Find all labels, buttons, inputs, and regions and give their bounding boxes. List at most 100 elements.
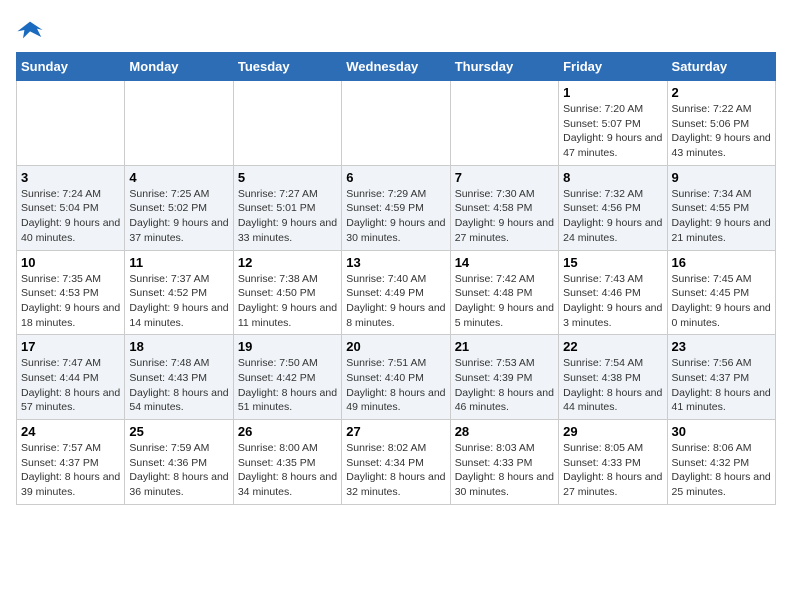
day-info: Sunrise: 7:42 AM Sunset: 4:48 PM Dayligh… [455, 272, 554, 331]
day-info: Sunrise: 7:50 AM Sunset: 4:42 PM Dayligh… [238, 356, 337, 415]
day-number: 6 [346, 170, 445, 185]
day-info: Sunrise: 7:40 AM Sunset: 4:49 PM Dayligh… [346, 272, 445, 331]
day-info: Sunrise: 7:24 AM Sunset: 5:04 PM Dayligh… [21, 187, 120, 246]
calendar-cell: 17 Sunrise: 7:47 AM Sunset: 4:44 PM Dayli… [17, 335, 125, 420]
calendar-cell: 21 Sunrise: 7:53 AM Sunset: 4:39 PM Dayli… [450, 335, 558, 420]
calendar-cell: 16 Sunrise: 7:45 AM Sunset: 4:45 PM Dayli… [667, 250, 775, 335]
calendar-cell: 4 Sunrise: 7:25 AM Sunset: 5:02 PM Daylig… [125, 165, 233, 250]
day-info: Sunrise: 7:34 AM Sunset: 4:55 PM Dayligh… [672, 187, 771, 246]
calendar-cell: 5 Sunrise: 7:27 AM Sunset: 5:01 PM Daylig… [233, 165, 341, 250]
day-info: Sunrise: 7:30 AM Sunset: 4:58 PM Dayligh… [455, 187, 554, 246]
calendar-cell: 9 Sunrise: 7:34 AM Sunset: 4:55 PM Daylig… [667, 165, 775, 250]
calendar-body: 1 Sunrise: 7:20 AM Sunset: 5:07 PM Daylig… [17, 81, 776, 505]
header-day-monday: Monday [125, 53, 233, 81]
day-number: 3 [21, 170, 120, 185]
day-info: Sunrise: 7:59 AM Sunset: 4:36 PM Dayligh… [129, 441, 228, 500]
day-info: Sunrise: 8:02 AM Sunset: 4:34 PM Dayligh… [346, 441, 445, 500]
header-day-thursday: Thursday [450, 53, 558, 81]
day-number: 12 [238, 255, 337, 270]
day-info: Sunrise: 7:20 AM Sunset: 5:07 PM Dayligh… [563, 102, 662, 161]
calendar-cell: 7 Sunrise: 7:30 AM Sunset: 4:58 PM Daylig… [450, 165, 558, 250]
day-number: 28 [455, 424, 554, 439]
calendar-cell: 6 Sunrise: 7:29 AM Sunset: 4:59 PM Daylig… [342, 165, 450, 250]
day-number: 19 [238, 339, 337, 354]
day-info: Sunrise: 7:29 AM Sunset: 4:59 PM Dayligh… [346, 187, 445, 246]
day-number: 8 [563, 170, 662, 185]
day-number: 27 [346, 424, 445, 439]
calendar-cell: 25 Sunrise: 7:59 AM Sunset: 4:36 PM Dayli… [125, 420, 233, 505]
calendar-cell [233, 81, 341, 166]
day-number: 25 [129, 424, 228, 439]
calendar-cell: 12 Sunrise: 7:38 AM Sunset: 4:50 PM Dayli… [233, 250, 341, 335]
calendar-cell: 27 Sunrise: 8:02 AM Sunset: 4:34 PM Dayli… [342, 420, 450, 505]
day-number: 5 [238, 170, 337, 185]
week-row-5: 24 Sunrise: 7:57 AM Sunset: 4:37 PM Dayli… [17, 420, 776, 505]
day-info: Sunrise: 7:25 AM Sunset: 5:02 PM Dayligh… [129, 187, 228, 246]
calendar-cell: 13 Sunrise: 7:40 AM Sunset: 4:49 PM Dayli… [342, 250, 450, 335]
calendar-cell: 2 Sunrise: 7:22 AM Sunset: 5:06 PM Daylig… [667, 81, 775, 166]
day-info: Sunrise: 7:27 AM Sunset: 5:01 PM Dayligh… [238, 187, 337, 246]
page-header [16, 16, 776, 44]
calendar-cell [17, 81, 125, 166]
day-number: 21 [455, 339, 554, 354]
calendar-cell [125, 81, 233, 166]
day-number: 23 [672, 339, 771, 354]
header-day-tuesday: Tuesday [233, 53, 341, 81]
calendar-cell: 22Sunrise: 7:54 AM Sunset: 4:38 PM Dayli… [559, 335, 667, 420]
header-day-saturday: Saturday [667, 53, 775, 81]
day-info: Sunrise: 7:38 AM Sunset: 4:50 PM Dayligh… [238, 272, 337, 331]
day-info: Sunrise: 7:37 AM Sunset: 4:52 PM Dayligh… [129, 272, 228, 331]
day-number: 24 [21, 424, 120, 439]
day-number: 29 [563, 424, 662, 439]
calendar-cell: 28Sunrise: 8:03 AM Sunset: 4:33 PM Dayli… [450, 420, 558, 505]
day-number: 17 [21, 339, 120, 354]
day-number: 15 [563, 255, 662, 270]
week-row-2: 3 Sunrise: 7:24 AM Sunset: 5:04 PM Daylig… [17, 165, 776, 250]
day-number: 13 [346, 255, 445, 270]
day-number: 1 [563, 85, 662, 100]
day-number: 26 [238, 424, 337, 439]
day-info: Sunrise: 7:45 AM Sunset: 4:45 PM Dayligh… [672, 272, 771, 331]
week-row-3: 10Sunrise: 7:35 AM Sunset: 4:53 PM Dayli… [17, 250, 776, 335]
calendar-cell: 14Sunrise: 7:42 AM Sunset: 4:48 PM Dayli… [450, 250, 558, 335]
calendar-cell: 30Sunrise: 8:06 AM Sunset: 4:32 PM Dayli… [667, 420, 775, 505]
day-info: Sunrise: 7:22 AM Sunset: 5:06 PM Dayligh… [672, 102, 771, 161]
calendar-cell: 10Sunrise: 7:35 AM Sunset: 4:53 PM Dayli… [17, 250, 125, 335]
day-number: 2 [672, 85, 771, 100]
calendar-cell [450, 81, 558, 166]
day-info: Sunrise: 8:05 AM Sunset: 4:33 PM Dayligh… [563, 441, 662, 500]
header-day-sunday: Sunday [17, 53, 125, 81]
calendar-cell: 19 Sunrise: 7:50 AM Sunset: 4:42 PM Dayli… [233, 335, 341, 420]
calendar-cell: 29 Sunrise: 8:05 AM Sunset: 4:33 PM Dayli… [559, 420, 667, 505]
day-info: Sunrise: 7:47 AM Sunset: 4:44 PM Dayligh… [21, 356, 120, 415]
day-number: 11 [129, 255, 228, 270]
calendar-cell: 11 Sunrise: 7:37 AM Sunset: 4:52 PM Dayli… [125, 250, 233, 335]
day-info: Sunrise: 7:53 AM Sunset: 4:39 PM Dayligh… [455, 356, 554, 415]
day-number: 16 [672, 255, 771, 270]
calendar-cell: 8 Sunrise: 7:32 AM Sunset: 4:56 PM Daylig… [559, 165, 667, 250]
day-number: 7 [455, 170, 554, 185]
day-info: Sunrise: 7:57 AM Sunset: 4:37 PM Dayligh… [21, 441, 120, 500]
calendar-cell: 15 Sunrise: 7:43 AM Sunset: 4:46 PM Dayli… [559, 250, 667, 335]
day-info: Sunrise: 8:00 AM Sunset: 4:35 PM Dayligh… [238, 441, 337, 500]
day-info: Sunrise: 7:32 AM Sunset: 4:56 PM Dayligh… [563, 187, 662, 246]
calendar-header: SundayMondayTuesdayWednesdayThursdayFrid… [17, 53, 776, 81]
week-row-4: 17 Sunrise: 7:47 AM Sunset: 4:44 PM Dayli… [17, 335, 776, 420]
day-number: 20 [346, 339, 445, 354]
calendar-cell: 18 Sunrise: 7:48 AM Sunset: 4:43 PM Dayli… [125, 335, 233, 420]
day-info: Sunrise: 7:43 AM Sunset: 4:46 PM Dayligh… [563, 272, 662, 331]
calendar-cell: 23Sunrise: 7:56 AM Sunset: 4:37 PM Dayli… [667, 335, 775, 420]
calendar-table: SundayMondayTuesdayWednesdayThursdayFrid… [16, 52, 776, 505]
calendar-cell: 24 Sunrise: 7:57 AM Sunset: 4:37 PM Dayli… [17, 420, 125, 505]
day-info: Sunrise: 7:48 AM Sunset: 4:43 PM Dayligh… [129, 356, 228, 415]
calendar-cell: 26 Sunrise: 8:00 AM Sunset: 4:35 PM Dayli… [233, 420, 341, 505]
header-day-wednesday: Wednesday [342, 53, 450, 81]
day-number: 18 [129, 339, 228, 354]
week-row-1: 1 Sunrise: 7:20 AM Sunset: 5:07 PM Daylig… [17, 81, 776, 166]
day-info: Sunrise: 7:54 AM Sunset: 4:38 PM Dayligh… [563, 356, 662, 415]
header-row: SundayMondayTuesdayWednesdayThursdayFrid… [17, 53, 776, 81]
day-info: Sunrise: 7:35 AM Sunset: 4:53 PM Dayligh… [21, 272, 120, 331]
day-number: 4 [129, 170, 228, 185]
day-number: 9 [672, 170, 771, 185]
calendar-cell: 3 Sunrise: 7:24 AM Sunset: 5:04 PM Daylig… [17, 165, 125, 250]
